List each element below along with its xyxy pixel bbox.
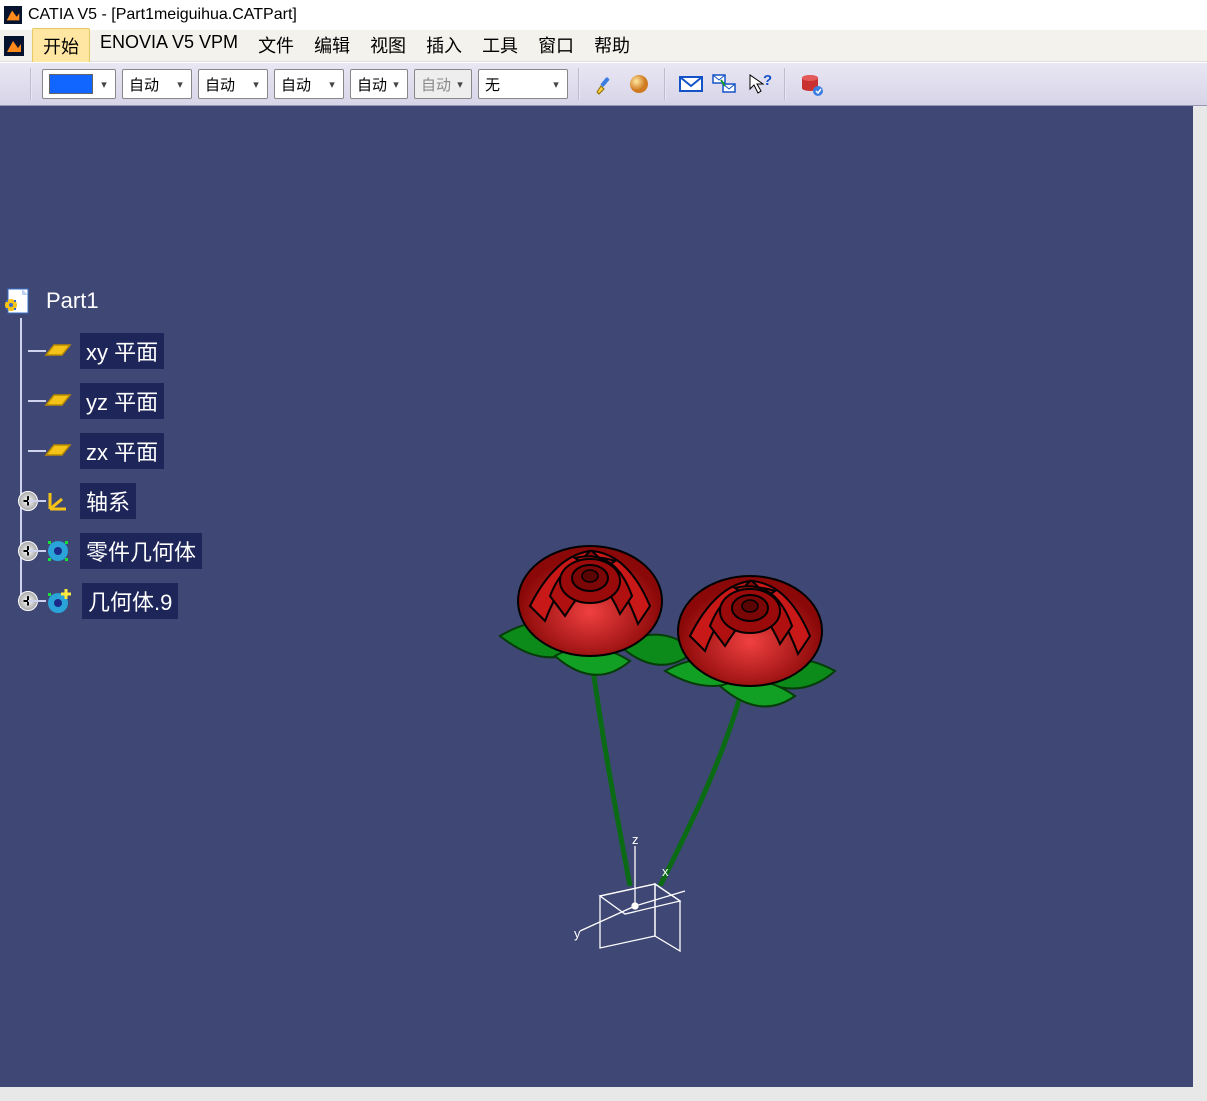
tree-item-label[interactable]: 几何体.9: [82, 583, 178, 619]
menu-帮助[interactable]: 帮助: [584, 28, 640, 64]
toolbar-combo-4[interactable]: 自动▾: [350, 69, 408, 99]
tree-item-label[interactable]: yz 平面: [80, 383, 164, 419]
tree-item-零件几何体[interactable]: +零件几何体: [12, 526, 202, 576]
tree-item-label[interactable]: xy 平面: [80, 333, 164, 369]
axis-icon: [44, 487, 72, 515]
menu-开始[interactable]: 开始: [32, 28, 90, 64]
sphere-icon[interactable]: [624, 69, 654, 99]
toolbar-combo-5: 自动▾: [414, 69, 472, 99]
tree-item-label[interactable]: 轴系: [80, 483, 136, 519]
menu-ENOVIA V5 VPM[interactable]: ENOVIA V5 VPM: [90, 28, 248, 64]
tree-item-label[interactable]: zx 平面: [80, 433, 164, 469]
menu-文件[interactable]: 文件: [248, 28, 304, 64]
plane-icon: [44, 441, 72, 461]
toolbar: ▾自动▾自动▾自动▾自动▾自动▾无▾ ?: [0, 62, 1207, 106]
title-bar: CATIA V5 - [Part1meiguihua.CATPart]: [0, 0, 1207, 30]
toolbar-separator: [784, 68, 786, 100]
compass-gizmo[interactable]: z x y: [560, 836, 710, 979]
spec-tree[interactable]: Part1 xy 平面 yz 平面 zx 平面 +轴系+零件几何体+几何体.9: [4, 276, 202, 626]
body-new-icon: [44, 587, 74, 615]
menu-工具[interactable]: 工具: [472, 28, 528, 64]
axis-x-label: x: [662, 864, 669, 879]
window-title: CATIA V5 - [Part1meiguihua.CATPart]: [28, 6, 297, 24]
toolbar-separator: [30, 68, 32, 100]
app-icon: [4, 6, 22, 24]
menu-视图[interactable]: 视图: [360, 28, 416, 64]
combo-value: 无: [485, 74, 547, 95]
toolbar-combo-3[interactable]: 自动▾: [274, 69, 344, 99]
rose-model[interactable]: [460, 446, 880, 889]
menu-插入[interactable]: 插入: [416, 28, 472, 64]
menu-窗口[interactable]: 窗口: [528, 28, 584, 64]
chevron-down-icon: ▾: [451, 78, 469, 91]
mail-icon[interactable]: [676, 69, 706, 99]
chevron-down-icon: ▾: [387, 78, 405, 91]
body-icon: [44, 537, 72, 565]
3d-viewport[interactable]: Part1 xy 平面 yz 平面 zx 平面 +轴系+零件几何体+几何体.9: [0, 106, 1193, 1087]
axis-z-label: z: [632, 836, 639, 847]
tree-item-label[interactable]: 零件几何体: [80, 533, 202, 569]
toolbar-separator: [664, 68, 666, 100]
tree-item-几何体.9[interactable]: +几何体.9: [12, 576, 202, 626]
tree-root[interactable]: Part1: [4, 276, 202, 326]
combo-value: 自动: [421, 74, 451, 95]
chevron-down-icon: ▾: [323, 78, 341, 91]
tree-item-zx 平面[interactable]: zx 平面: [12, 426, 202, 476]
chevron-down-icon: ▾: [547, 78, 565, 91]
toolbar-separator: [578, 68, 580, 100]
toolbar-combo-2[interactable]: 自动▾: [198, 69, 268, 99]
combo-value: 自动: [281, 74, 323, 95]
combo-value: 自动: [357, 74, 387, 95]
database-icon[interactable]: [796, 69, 826, 99]
toolbar-combo-1[interactable]: 自动▾: [122, 69, 192, 99]
viewport-container: Part1 xy 平面 yz 平面 zx 平面 +轴系+零件几何体+几何体.9: [0, 106, 1207, 1101]
combo-value: 自动: [129, 74, 171, 95]
plane-icon: [44, 391, 72, 411]
color-swatch: [49, 74, 93, 94]
tree-item-轴系[interactable]: +轴系: [12, 476, 202, 526]
tree-item-yz 平面[interactable]: yz 平面: [12, 376, 202, 426]
mail-multiple-icon[interactable]: [710, 69, 740, 99]
paint-brush-icon[interactable]: [590, 69, 620, 99]
part-icon: [4, 287, 32, 315]
menu-编辑[interactable]: 编辑: [304, 28, 360, 64]
svg-text:?: ?: [763, 72, 772, 89]
tree-root-label[interactable]: Part1: [40, 286, 105, 316]
axis-y-label: y: [574, 926, 581, 941]
chevron-down-icon: ▾: [247, 78, 265, 91]
tree-item-xy 平面[interactable]: xy 平面: [12, 326, 202, 376]
plane-icon: [44, 341, 72, 361]
toolbar-combo-6[interactable]: 无▾: [478, 69, 568, 99]
app-icon-small: [4, 36, 24, 56]
chevron-down-icon: ▾: [95, 78, 113, 91]
menu-bar: 开始ENOVIA V5 VPM文件编辑视图插入工具窗口帮助: [0, 30, 1207, 62]
combo-value: 自动: [205, 74, 247, 95]
chevron-down-icon: ▾: [171, 78, 189, 91]
cursor-help-icon[interactable]: ?: [744, 69, 774, 99]
toolbar-combo-0[interactable]: ▾: [42, 69, 116, 99]
